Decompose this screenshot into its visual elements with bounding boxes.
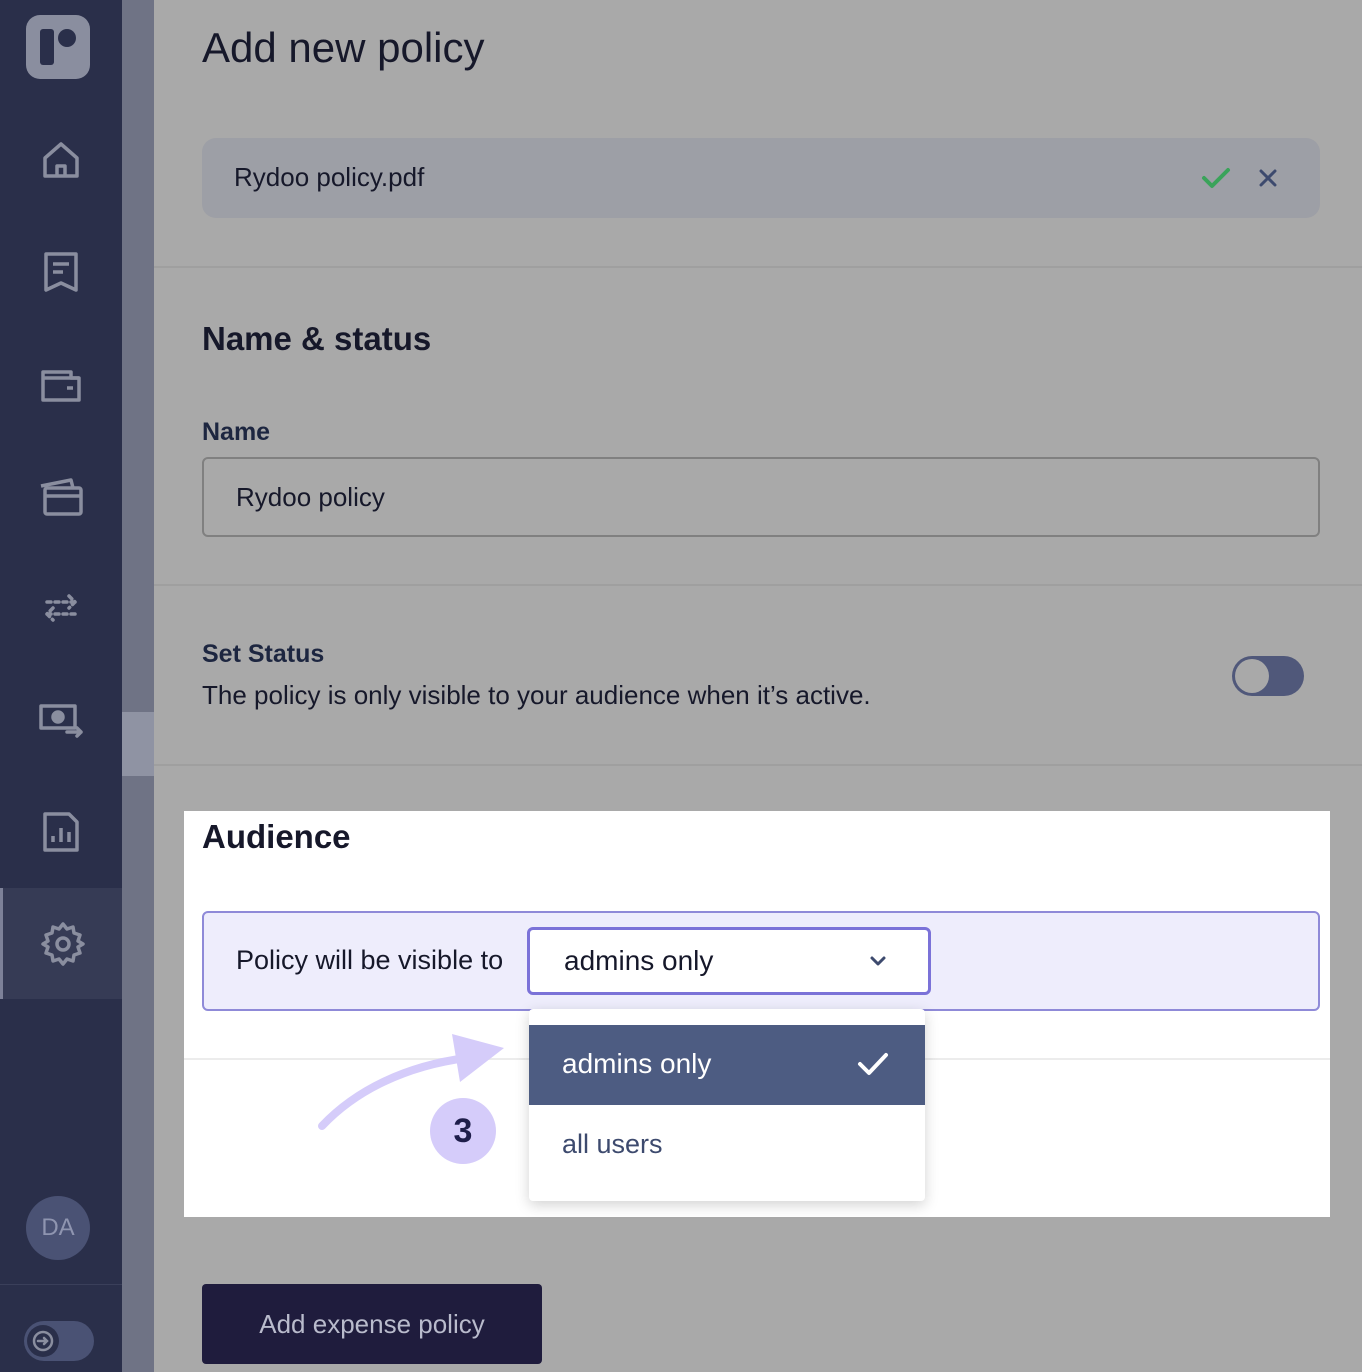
arrow-right-icon <box>27 1325 59 1357</box>
secondary-nav-strip <box>122 0 154 1372</box>
cards-icon[interactable] <box>0 440 122 551</box>
check-icon <box>858 1053 888 1075</box>
name-status-heading: Name & status <box>202 320 432 357</box>
check-icon <box>1202 168 1230 188</box>
secondary-nav-indicator <box>122 712 154 776</box>
gear-icon[interactable] <box>0 888 122 999</box>
reports-icon[interactable] <box>0 776 122 887</box>
section-divider <box>154 266 1362 268</box>
home-icon[interactable] <box>0 104 122 215</box>
section-divider <box>154 584 1362 586</box>
set-status-label: Set Status <box>202 640 325 668</box>
uploaded-file-name: Rydoo policy.pdf <box>234 162 425 192</box>
status-toggle[interactable] <box>1232 656 1304 696</box>
reimbursement-icon[interactable] <box>0 664 122 775</box>
close-icon[interactable] <box>1256 166 1280 190</box>
add-expense-policy-button[interactable]: Add expense policy <box>202 1284 542 1364</box>
visibility-label: Policy will be visible to <box>236 945 504 975</box>
chevron-down-icon[interactable] <box>868 952 888 970</box>
dropdown-option-label[interactable]: admins only <box>562 1048 711 1080</box>
section-divider <box>154 764 1362 766</box>
avatar[interactable]: DA <box>26 1196 90 1260</box>
receipt-icon[interactable] <box>0 216 122 327</box>
name-label: Name <box>202 418 271 446</box>
dropdown-option-all-users[interactable]: all users <box>562 1129 663 1160</box>
audience-heading: Audience <box>202 818 351 855</box>
audience-select-value[interactable]: admins only <box>564 945 713 977</box>
transfer-arrows-icon[interactable] <box>0 552 122 663</box>
sidebar: DA <box>0 0 122 1372</box>
policy-name-input[interactable] <box>202 457 1320 537</box>
app-logo[interactable] <box>26 15 90 79</box>
step-badge: 3 <box>430 1098 496 1164</box>
wallet-icon[interactable] <box>0 328 122 439</box>
sidebar-divider <box>0 1284 122 1285</box>
status-description: The policy is only visible to your audie… <box>202 680 871 710</box>
page-title: Add new policy <box>202 24 485 71</box>
sidebar-collapse-toggle[interactable] <box>24 1321 94 1361</box>
